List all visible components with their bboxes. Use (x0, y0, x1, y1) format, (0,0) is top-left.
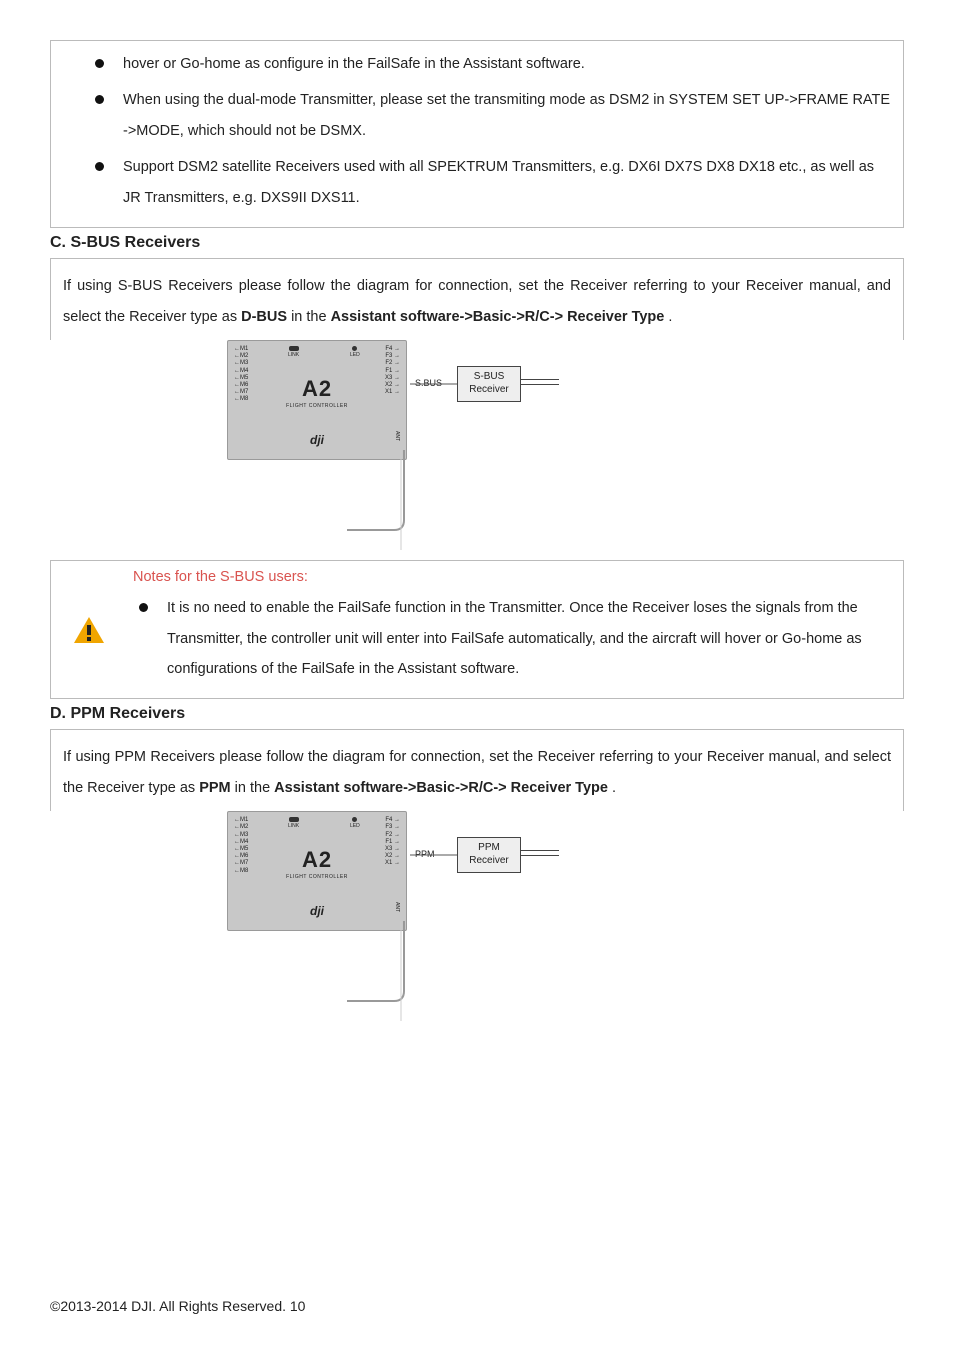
ppm-receiver-box: PPM Receiver (457, 837, 521, 873)
section-c-lead: If using S-BUS Receivers please follow t… (63, 271, 891, 332)
section-d-heading: D. PPM Receivers (50, 705, 904, 723)
recv-line2: Receiver (469, 384, 508, 395)
f-label: F4 → (385, 346, 400, 353)
m-label: ←M8 (234, 396, 248, 403)
m-label: ←M4 (234, 839, 248, 846)
top-notes-box: hover or Go-home as configure in the Fai… (50, 40, 904, 228)
unit-subtitle: FLIGHT CONTROLLER (286, 874, 348, 880)
sbus-notes-bullet: It is no need to enable the FailSafe fun… (167, 593, 891, 684)
m-label: ←M8 (234, 868, 248, 875)
f-label: X1 → (385, 389, 400, 396)
flight-controller-unit: ←M1 ←M2 ←M3 ←M4 ←M5 ←M6 ←M7 ←M8 LINK LED… (227, 340, 407, 460)
m-label: ←M1 (234, 346, 248, 353)
brand-logo: dji (310, 904, 324, 918)
recv-line2: Receiver (469, 855, 508, 866)
ant-label: ANT (394, 902, 400, 912)
recv-line1: PPM (478, 842, 500, 853)
f-label: X3 → (385, 375, 400, 382)
led-indicator: LED (350, 346, 360, 358)
m-label: ←M2 (234, 824, 248, 831)
link-indicator: LINK (288, 346, 299, 358)
unit-model: A2 (302, 376, 332, 402)
m-label: ←M3 (234, 832, 248, 839)
sbus-notes-box: Notes for the S-BUS users: It is no need… (50, 560, 904, 699)
sbus-receiver-box: S-BUS Receiver (457, 366, 521, 402)
top-bullet: hover or Go-home as configure in the Fai… (123, 49, 891, 79)
m-label: ←M2 (234, 353, 248, 360)
f-label: F1 → (385, 839, 400, 846)
port-label: S.BUS (415, 378, 442, 388)
m-label: ←M3 (234, 360, 248, 367)
antenna-lines (521, 374, 559, 375)
f-label: F2 → (385, 360, 400, 367)
bold-run: Assistant software->Basic->R/C-> Receive… (274, 780, 608, 796)
text-run: . (668, 309, 672, 325)
ppm-diagram: ←M1 ←M2 ←M3 ←M4 ←M5 ←M6 ←M7 ←M8 LINK LED… (197, 811, 757, 1021)
warning-icon (72, 615, 106, 645)
m-label: ←M5 (234, 846, 248, 853)
sbus-diagram: ←M1 ←M2 ←M3 ←M4 ←M5 ←M6 ←M7 ←M8 LINK LED… (197, 340, 757, 550)
recv-line1: S-BUS (474, 371, 505, 382)
led-indicator: LED (350, 817, 360, 829)
unit-subtitle: FLIGHT CONTROLLER (286, 403, 348, 409)
f-label: X2 → (385, 853, 400, 860)
m-label: ←M4 (234, 368, 248, 375)
m-label: ←M7 (234, 860, 248, 867)
page-footer: ©2013-2014 DJI. All Rights Reserved. 10 (50, 1298, 305, 1314)
section-d-lead: If using PPM Receivers please follow the… (63, 742, 891, 803)
unit-model: A2 (302, 847, 332, 873)
m-label: ←M7 (234, 389, 248, 396)
port-label: PPM (415, 849, 435, 859)
f-label: X1 → (385, 860, 400, 867)
text-run: . (612, 780, 616, 796)
m-label: ←M6 (234, 853, 248, 860)
m-label: ←M5 (234, 375, 248, 382)
bold-run: Assistant software->Basic->R/C-> Receive… (331, 309, 665, 325)
top-bullet: When using the dual-mode Transmitter, pl… (123, 85, 891, 146)
f-label: F4 → (385, 817, 400, 824)
m-label: ←M1 (234, 817, 248, 824)
top-bullet: Support DSM2 satellite Receivers used wi… (123, 152, 891, 213)
antenna-lines (521, 845, 559, 846)
f-label: F2 → (385, 832, 400, 839)
link-indicator: LINK (288, 817, 299, 829)
m-label: ←M6 (234, 382, 248, 389)
bold-run: PPM (199, 780, 230, 796)
f-label: X3 → (385, 846, 400, 853)
f-label: X2 → (385, 382, 400, 389)
sbus-notes-title: Notes for the S-BUS users: (133, 569, 891, 585)
bold-run: D-BUS (241, 309, 287, 325)
text-run: in the (291, 309, 331, 325)
brand-logo: dji (310, 433, 324, 447)
ant-label: ANT (394, 431, 400, 441)
f-label: F3 → (385, 824, 400, 831)
text-run: in the (235, 780, 275, 796)
section-c-heading: C. S-BUS Receivers (50, 234, 904, 252)
flight-controller-unit: ←M1 ←M2 ←M3 ←M4 ←M5 ←M6 ←M7 ←M8 LINK LED… (227, 811, 407, 931)
f-label: F1 → (385, 368, 400, 375)
f-label: F3 → (385, 353, 400, 360)
